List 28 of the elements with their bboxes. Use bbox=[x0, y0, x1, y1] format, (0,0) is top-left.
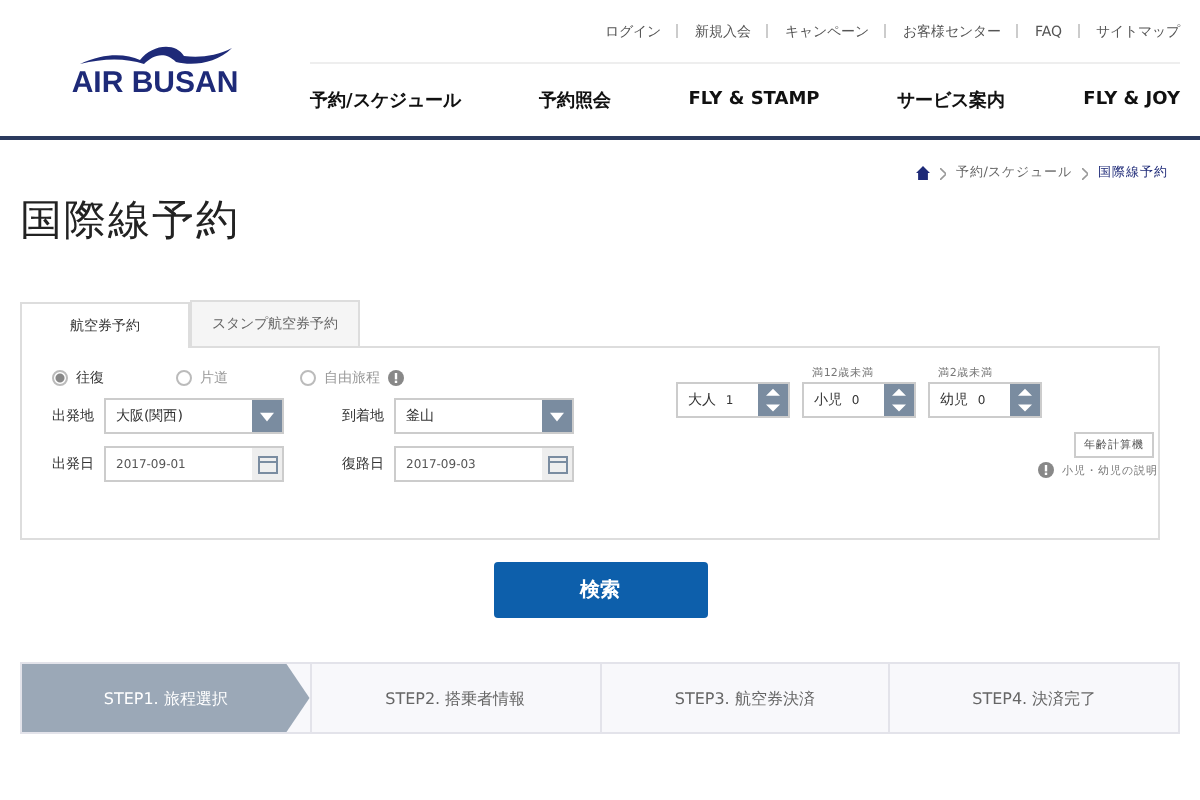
info-icon bbox=[1038, 462, 1054, 478]
nav-item[interactable]: FLY & STAMP bbox=[688, 90, 820, 110]
page-title: 国際線予約 bbox=[20, 194, 242, 248]
info-icon[interactable] bbox=[388, 370, 404, 386]
spinner-icon[interactable] bbox=[757, 384, 788, 416]
home-icon[interactable] bbox=[915, 166, 930, 180]
spinner-icon[interactable] bbox=[1009, 384, 1040, 416]
air-busan-logo[interactable]: AIR BUSAN bbox=[0, 0, 310, 136]
nav-item[interactable]: FLY & JOY bbox=[1083, 90, 1180, 110]
calendar-icon[interactable] bbox=[252, 448, 282, 480]
chevron-icon bbox=[939, 167, 946, 179]
logo-text: AIR BUSAN bbox=[71, 68, 239, 100]
radio-button[interactable] bbox=[176, 370, 192, 386]
step-indicator: STEP3. 航空券決済 bbox=[599, 664, 889, 732]
step-indicator: STEP1. 旅程選択 bbox=[22, 664, 310, 732]
step-indicator: STEP4. 決済完了 bbox=[888, 664, 1178, 732]
search-button[interactable]: 検索 bbox=[493, 562, 707, 618]
step-indicator: STEP2. 搭乗者情報 bbox=[309, 664, 599, 732]
radio-button[interactable] bbox=[300, 370, 316, 386]
dropdown-icon[interactable] bbox=[252, 400, 282, 432]
radio-button[interactable] bbox=[52, 370, 68, 386]
spinner-icon[interactable] bbox=[883, 384, 914, 416]
calendar-icon[interactable] bbox=[542, 448, 572, 480]
dropdown-icon[interactable] bbox=[542, 400, 572, 432]
nav-item[interactable]: サービス案内 bbox=[897, 87, 1006, 113]
nav-item[interactable]: 予約/スケジュール bbox=[310, 87, 461, 113]
nav-item[interactable]: 予約照会 bbox=[538, 87, 611, 113]
chevron-icon bbox=[1082, 167, 1088, 179]
